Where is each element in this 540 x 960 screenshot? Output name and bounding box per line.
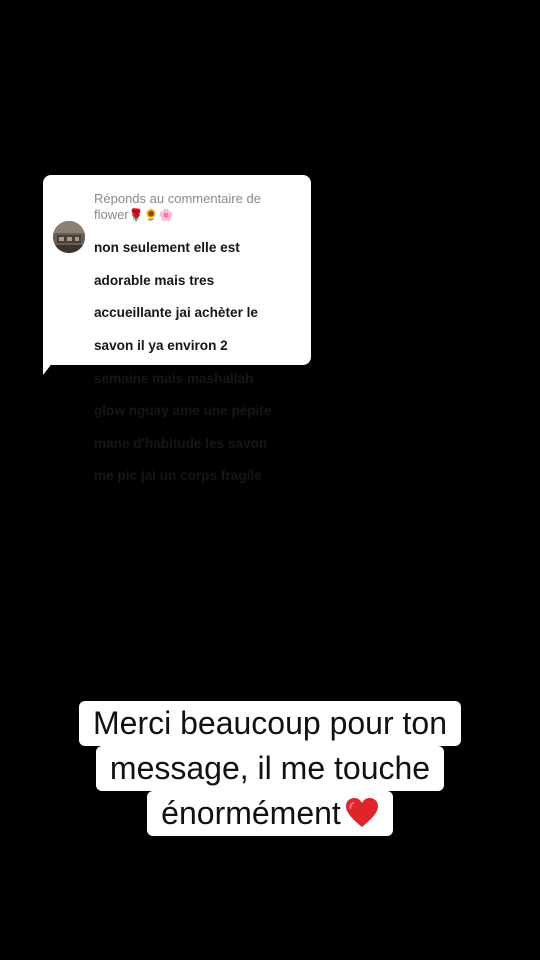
caption-line-2: message, il me touche [95,746,445,791]
comment-line: adorable mais tres [94,272,215,288]
red-heart-icon [345,798,378,827]
caption-line-3: énormément [147,791,393,836]
comment-line: savon il ya environ 2 [94,338,228,354]
comment-line: semaine mais mashallah [94,370,254,386]
reply-comment-text: non seulement elle est adorable mais tre… [94,224,304,501]
comment-line: mane d'habitude les savon [94,435,268,451]
comment-line: glow nguay ame une pépite [94,403,272,419]
speech-bubble-tail [43,357,57,375]
comment-line: me pic jai un corps fragile [94,468,262,484]
reply-header: Réponds au commentaire de flower🌹🌻🌸 [94,191,299,223]
video-caption: Merci beaucoup pour ton message, il me t… [0,701,540,836]
video-screen: Réponds au commentaire de flower🌹🌻🌸 non … [0,0,540,960]
caption-line-3-text: énormément [161,795,341,831]
reply-comment-card[interactable]: Réponds au commentaire de flower🌹🌻🌸 non … [43,175,311,483]
caption-line-1: Merci beaucoup pour ton [79,701,461,746]
comment-line: non seulement elle est [94,240,240,256]
reply-header-text: Réponds au commentaire de flower [94,191,261,222]
comment-line: accueillante jai achèter le [94,305,258,321]
avatar-photo-icon [53,221,85,253]
commenter-avatar[interactable] [53,221,85,253]
reply-header-emojis: 🌹🌻🌸 [128,208,174,222]
